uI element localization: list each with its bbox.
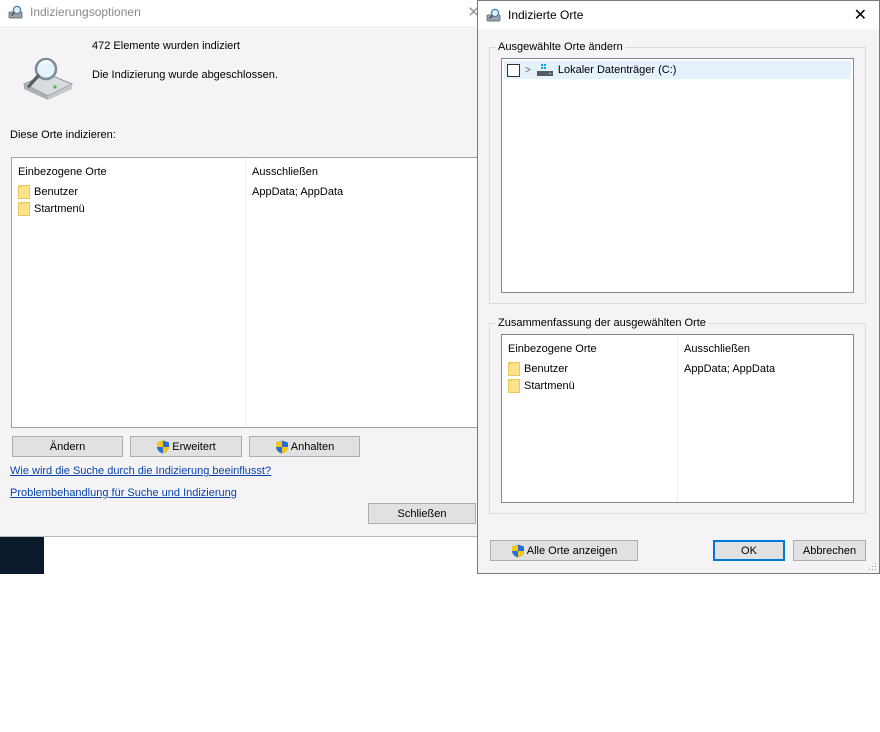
ok-button[interactable]: OK	[713, 540, 785, 561]
advanced-button-label: Erweitert	[172, 440, 216, 453]
local-disk-checkbox[interactable]	[507, 63, 520, 77]
cancel-button[interactable]: Abbrechen	[793, 540, 866, 561]
exclude-value: AppData; AppData	[252, 186, 344, 198]
close-button[interactable]: Schließen	[368, 503, 476, 524]
show-all-locations-button[interactable]: Alle Orte anzeigen	[490, 540, 638, 561]
uac-shield-icon	[275, 440, 289, 454]
location-name: Startmenü	[34, 203, 85, 215]
indexing-drive-search-icon	[22, 57, 74, 100]
folder-icon	[18, 202, 30, 216]
folder-icon	[508, 362, 520, 376]
desktop-background	[0, 536, 44, 574]
table-row[interactable]: Benutzer	[508, 361, 568, 377]
summary-group-title: Zusammenfassung der ausgewählten Orte	[496, 317, 708, 329]
tree-item-local-disk[interactable]: > Lokaler Datenträger (C:)	[504, 61, 851, 79]
advanced-button[interactable]: Erweitert	[130, 436, 242, 457]
chevron-right-icon[interactable]: >	[525, 65, 531, 76]
modify-button[interactable]: Ändern	[12, 436, 123, 457]
title-bar[interactable]: Indizierte Orte ✕	[478, 1, 879, 29]
window-title: Indizierte Orte	[508, 8, 584, 22]
exclude-value: AppData; AppData	[684, 363, 776, 375]
title-bar[interactable]: Indizierungsoptionen ✕	[0, 0, 480, 26]
drive-icon	[536, 64, 553, 76]
uac-shield-icon	[511, 544, 525, 558]
summary-table[interactable]: Einbezogene Orte Ausschließen Benutzer A…	[501, 334, 854, 503]
column-header-exclude: Ausschließen	[252, 166, 319, 178]
cancel-button-label: Abbrechen	[802, 544, 857, 557]
how-indexing-affects-link[interactable]: Wie wird die Suche durch die Indizierung…	[10, 465, 271, 477]
column-header-exclude: Ausschließen	[684, 343, 751, 355]
folder-icon	[18, 185, 30, 199]
local-disk-label: Lokaler Datenträger (C:)	[557, 64, 677, 76]
pause-button-label: Anhalten	[290, 440, 335, 453]
indexing-options-window: Indizierungsoptionen ✕ 472 Elemente wurd…	[0, 0, 480, 537]
ok-button-label: OK	[741, 544, 757, 557]
window-title: Indizierungsoptionen	[30, 5, 141, 19]
troubleshoot-link[interactable]: Problembehandlung für Suche und Indizier…	[10, 487, 237, 499]
table-row[interactable]: Startmenü	[18, 201, 85, 217]
close-icon[interactable]: ✕	[854, 5, 867, 25]
uac-shield-icon	[156, 440, 170, 454]
indexed-locations-window: Indizierte Orte ✕ Ausgewählte Orte änder…	[477, 0, 880, 574]
location-name: Benutzer	[34, 186, 79, 198]
indexed-locations-table[interactable]: Einbezogene Orte Ausschließen Benutzer A…	[11, 157, 478, 428]
index-locations-label: Diese Orte indizieren:	[10, 129, 116, 141]
column-header-included: Einbezogene Orte	[18, 166, 107, 178]
column-divider	[677, 335, 678, 502]
column-header-included: Einbezogene Orte	[508, 343, 597, 355]
indexing-status: Die Indizierung wurde abgeschlossen.	[92, 69, 278, 81]
locations-tree[interactable]: > Lokaler Datenträger (C:)	[501, 58, 854, 293]
items-indexed-count: 472 Elemente wurden indiziert	[92, 40, 240, 52]
location-name: Startmenü	[524, 380, 575, 392]
table-row[interactable]: Startmenü	[508, 378, 575, 394]
change-locations-group-title: Ausgewählte Orte ändern	[496, 41, 625, 53]
modify-button-label: Ändern	[49, 440, 86, 453]
indexing-options-icon	[486, 8, 502, 22]
resize-grip-icon[interactable]	[867, 561, 877, 571]
column-divider	[245, 158, 246, 427]
table-row[interactable]: Benutzer	[18, 184, 78, 200]
indexing-options-icon	[8, 5, 24, 19]
pause-button[interactable]: Anhalten	[249, 436, 360, 457]
folder-icon	[508, 379, 520, 393]
location-name: Benutzer	[524, 363, 569, 375]
close-button-label: Schließen	[397, 507, 447, 520]
show-all-locations-label: Alle Orte anzeigen	[526, 544, 618, 557]
